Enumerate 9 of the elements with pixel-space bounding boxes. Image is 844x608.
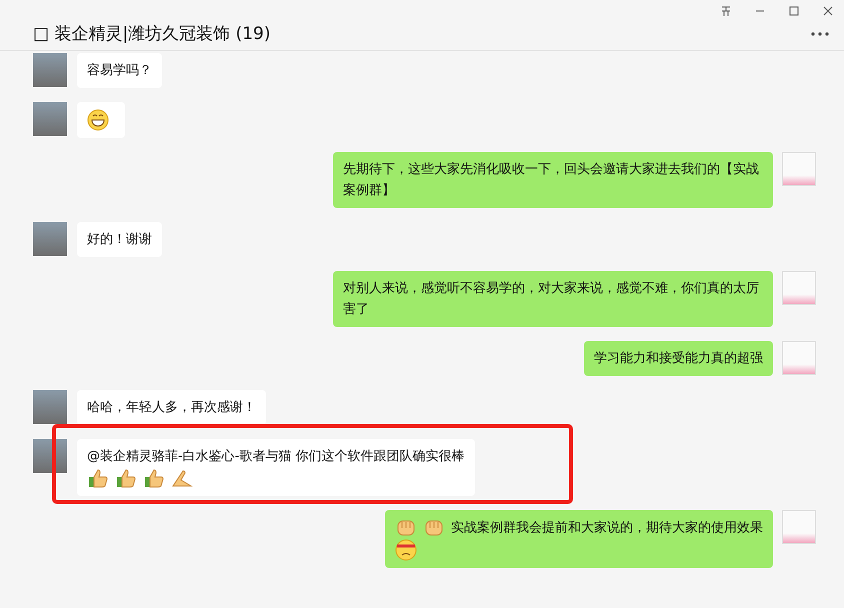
message-text: 对别人来说，感觉听不容易学的，对大家来说，感觉不难，你们真的太厉害了 — [343, 281, 759, 317]
message-text: 实战案例群我会提前和大家说的，期待大家的使用效果 — [451, 520, 763, 536]
window-title: □ 装企精灵|潍坊久冠装饰 (19) — [33, 23, 270, 45]
message-text: 哈哈，年轻人多，再次感谢！ — [87, 400, 256, 415]
message-text: @装企精灵骆菲-白水鉴心-歌者与猫 你们这个软件跟团队确实很棒 — [87, 449, 465, 464]
message-text: 先期待下，这些大家先消化吸收一下，回头会邀请大家进去我们的【实战案例群】 — [343, 162, 759, 198]
message-text: 容易学吗？ — [87, 63, 152, 78]
message-text: 好的！谢谢 — [87, 232, 152, 247]
message-text: 学习能力和接受能力真的超强 — [594, 351, 763, 366]
